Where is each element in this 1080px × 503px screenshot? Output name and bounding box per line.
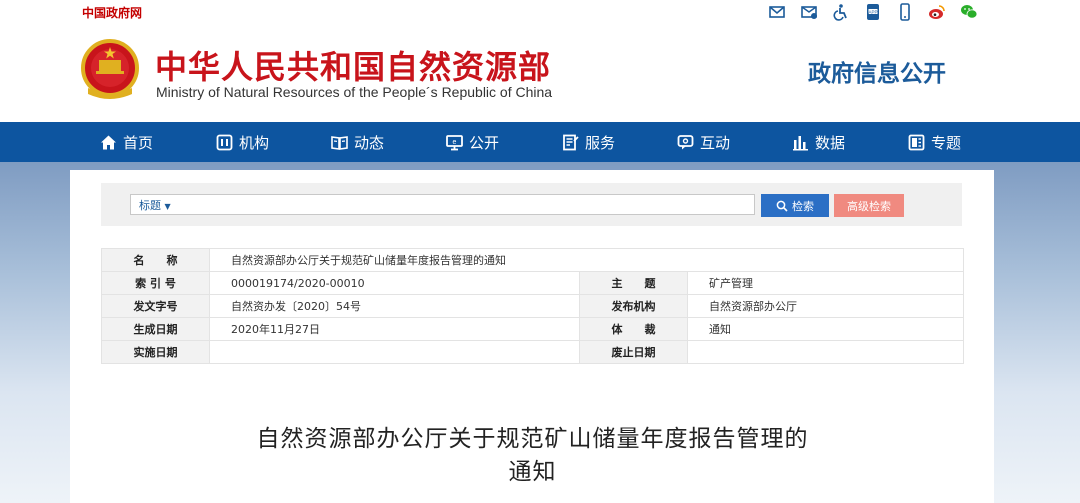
nav-item-interaction[interactable]: 互动 <box>677 122 730 162</box>
chevron-down-icon: ▼ <box>164 202 171 211</box>
search-field-select[interactable]: 标题 ▼ <box>139 197 171 213</box>
organization-icon <box>216 134 233 150</box>
search-input[interactable]: 标题 ▼ <box>130 194 755 215</box>
info-disclosure-title[interactable]: 政府信息公开 <box>808 54 946 88</box>
app-icon[interactable]: APP <box>862 2 884 22</box>
home-icon <box>101 135 116 149</box>
expiry-date-label: 废止日期 <box>579 340 688 364</box>
nav-item-service[interactable]: 服务 <box>562 122 615 162</box>
search-button-label: 检索 <box>792 199 814 213</box>
table-row: 生成日期 2020年11月27日 体 裁 通知 <box>101 317 964 341</box>
nav-item-news[interactable]: 动态 <box>331 122 384 162</box>
genre-label: 体 裁 <box>579 317 688 341</box>
article-title-line1: 自然资源部办公厅关于规范矿山储量年度报告管理的 <box>256 426 809 452</box>
accessibility-icon[interactable] <box>830 2 852 22</box>
nav-label: 专题 <box>931 133 962 152</box>
nav-label: 公开 <box>469 133 500 152</box>
news-icon <box>331 135 348 150</box>
service-icon <box>563 134 579 150</box>
nav-item-organization[interactable]: 机构 <box>216 122 269 162</box>
effective-date-value <box>209 340 580 364</box>
mail-icon[interactable] <box>766 2 788 22</box>
site-header: 中华人民共和国自然资源部 Ministry of Natural Resourc… <box>0 24 1080 122</box>
index-label: 索 引 号 <box>101 271 210 295</box>
nav-label: 互动 <box>700 133 731 152</box>
ministry-name-en: Ministry of Natural Resources of the Peo… <box>156 84 553 100</box>
weibo-icon[interactable] <box>926 2 948 22</box>
doc-number-label: 发文字号 <box>101 294 210 318</box>
date-label: 生成日期 <box>101 317 210 341</box>
document-info-table: 名 称 自然资源部办公厅关于规范矿山储量年度报告管理的通知 索 引 号 0000… <box>101 248 964 364</box>
nav-item-home[interactable]: 首页 <box>100 122 153 162</box>
table-row: 实施日期 废止日期 <box>101 340 964 364</box>
nav-item-data[interactable]: 数据 <box>792 122 845 162</box>
topic-label: 主 题 <box>579 271 688 295</box>
publisher-label: 发布机构 <box>579 294 688 318</box>
topic-icon <box>908 134 925 150</box>
date-value: 2020年11月27日 <box>209 317 580 341</box>
top-icon-group: APP <box>766 2 980 22</box>
nav-label: 首页 <box>123 133 154 152</box>
disclosure-icon: e <box>446 134 463 150</box>
advanced-search-button[interactable]: 高级检索 <box>834 194 904 217</box>
main-nav: 首页 机构 动态 e 公开 服务 互动 数据 专题 <box>0 122 1080 162</box>
table-row: 发文字号 自然资办发〔2020〕54号 发布机构 自然资源部办公厅 <box>101 294 964 318</box>
mobile-icon[interactable] <box>894 2 916 22</box>
search-icon <box>776 200 788 212</box>
nav-item-disclosure[interactable]: e 公开 <box>446 122 499 162</box>
table-row: 索 引 号 000019174/2020-00010 主 题 矿产管理 <box>101 271 964 295</box>
nav-item-topic[interactable]: 专题 <box>908 122 961 162</box>
expiry-date-value <box>687 340 964 364</box>
table-row: 名 称 自然资源部办公厅关于规范矿山储量年度报告管理的通知 <box>101 248 964 272</box>
search-field-label: 标题 <box>139 199 161 212</box>
index-value: 000019174/2020-00010 <box>209 271 580 295</box>
doc-number-value: 自然资办发〔2020〕54号 <box>209 294 580 318</box>
interaction-icon <box>677 134 694 149</box>
chart-icon <box>793 135 808 150</box>
gov-portal-link[interactable]: 中国政府网 <box>82 4 142 21</box>
message-icon[interactable] <box>798 2 820 22</box>
wechat-icon[interactable] <box>958 2 980 22</box>
nav-label: 动态 <box>354 133 385 152</box>
publisher-value: 自然资源部办公厅 <box>687 294 964 318</box>
topic-value: 矿产管理 <box>687 271 964 295</box>
effective-date-label: 实施日期 <box>101 340 210 364</box>
article-title: 自然资源部办公厅关于规范矿山储量年度报告管理的 通知 <box>0 423 1065 489</box>
svg-text:APP: APP <box>868 9 877 14</box>
name-label: 名 称 <box>101 248 210 272</box>
search-button[interactable]: 检索 <box>761 194 829 217</box>
ministry-name-cn: 中华人民共和国自然资源部 <box>155 48 552 86</box>
nav-label: 服务 <box>585 133 616 152</box>
top-bar: 中国政府网 APP <box>0 0 1080 24</box>
article-title-line2: 通知 <box>508 459 557 485</box>
genre-value: 通知 <box>687 317 964 341</box>
name-value: 自然资源部办公厅关于规范矿山储量年度报告管理的通知 <box>209 248 964 272</box>
svg-text:e: e <box>453 139 457 146</box>
national-emblem-icon[interactable] <box>80 38 140 100</box>
nav-label: 机构 <box>239 133 270 152</box>
nav-label: 数据 <box>815 133 846 152</box>
